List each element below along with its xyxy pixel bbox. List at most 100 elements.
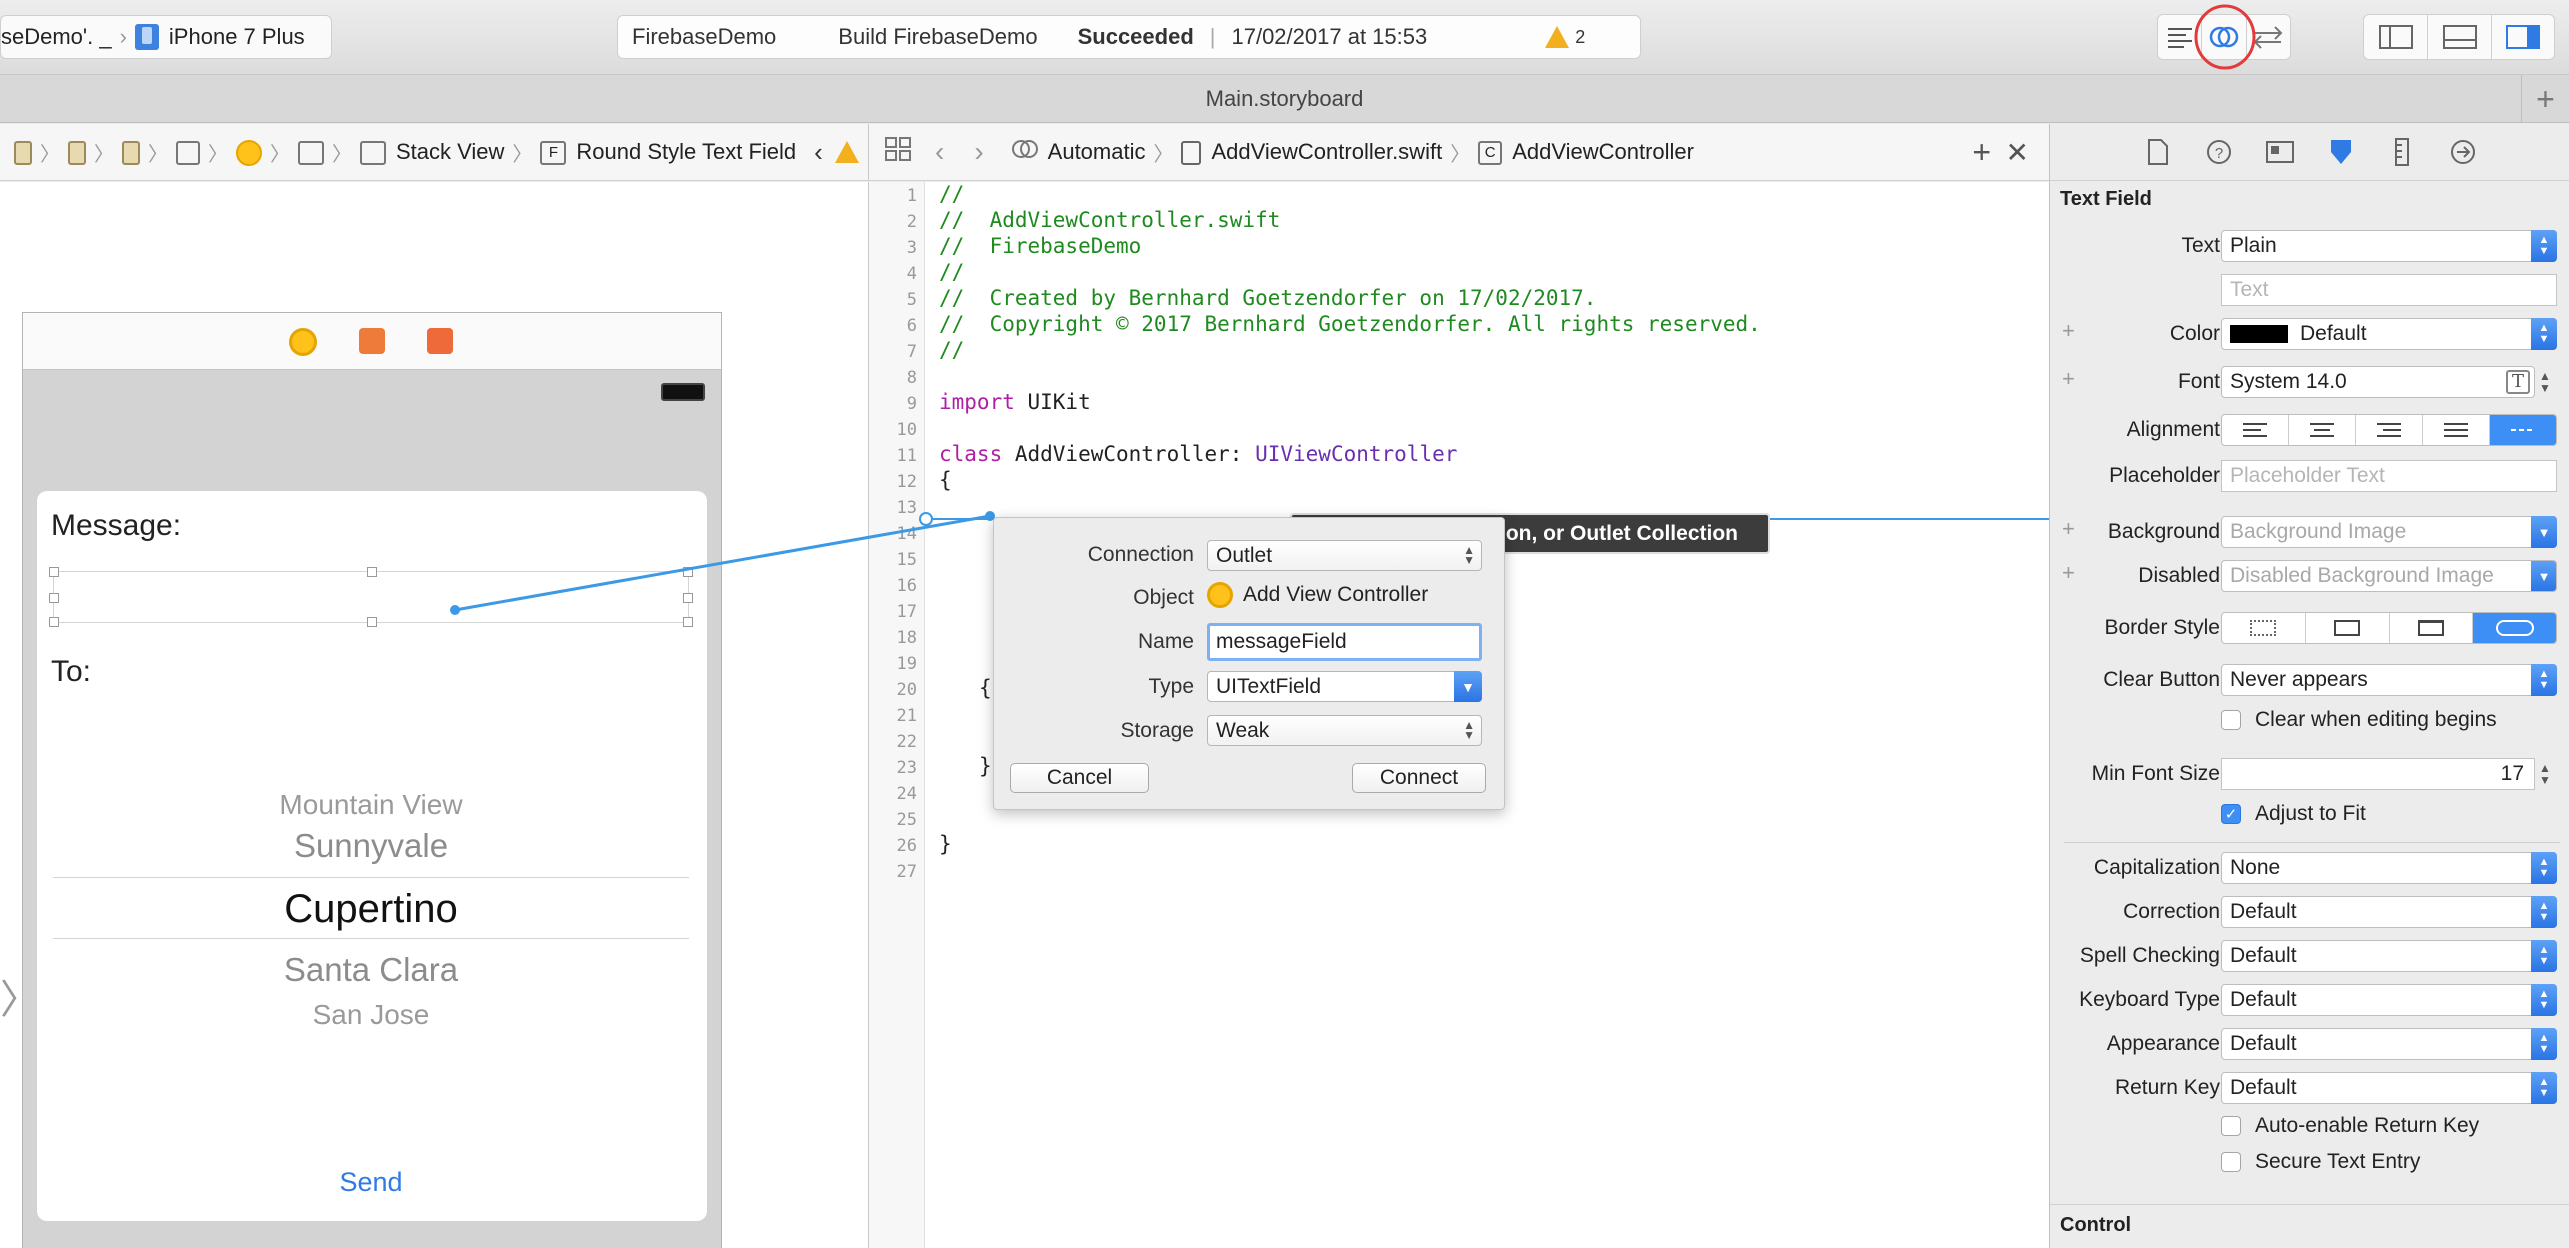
tooltip-text: on, or Outlet Collection: [1505, 521, 1738, 545]
background-image-placeholder: Background Image: [2230, 520, 2407, 543]
object-value: Add View Controller: [1243, 583, 1429, 606]
border-none-button[interactable]: [2222, 613, 2306, 643]
min-font-size-value: 17: [2500, 762, 2524, 785]
object-value-row: Add View Controller: [1207, 582, 1428, 608]
correction-label: Correction: [2123, 900, 2220, 923]
updown-icon: ▲ ▼: [2531, 852, 2557, 884]
spell-checking-value: Default: [2230, 944, 2297, 967]
name-input[interactable]: messageField: [1207, 623, 1482, 661]
adjust-to-fit-label: Adjust to Fit: [2255, 802, 2366, 825]
name-input-value: messageField: [1216, 630, 1347, 653]
correction-popup[interactable]: Default ▲ ▼: [2221, 896, 2557, 928]
updown-icon: ▲ ▼: [2531, 940, 2557, 972]
min-font-size-stepper[interactable]: ▲ ▼: [2539, 762, 2551, 786]
border-rounded-button[interactable]: [2473, 613, 2556, 643]
divider: [2050, 1204, 2569, 1205]
color-swatch: [2230, 325, 2288, 343]
spell-checking-label: Spell Checking: [2079, 944, 2220, 967]
chevron-down-icon: ▼: [2531, 516, 2557, 548]
updown-icon: ▲ ▼: [2531, 1028, 2557, 1060]
capitalization-popup[interactable]: None ▲ ▼: [2221, 852, 2557, 884]
align-natural-button[interactable]: [2490, 415, 2556, 445]
appearance-label: Appearance: [2106, 1032, 2220, 1055]
updown-icon: ▲ ▼: [2531, 318, 2557, 350]
view-controller-icon: [1207, 582, 1233, 608]
adjust-to-fit-checkbox[interactable]: ✓: [2221, 804, 2241, 824]
secure-text-entry-label: Secure Text Entry: [2255, 1150, 2421, 1173]
border-style-label: Border Style: [2104, 616, 2220, 639]
font-picker-icon[interactable]: T: [2506, 370, 2530, 394]
size-inspector-tab[interactable]: [2371, 138, 2432, 166]
clear-when-editing-label: Clear when editing begins: [2255, 708, 2497, 731]
alignment-label: Alignment: [2126, 418, 2220, 441]
font-value: System 14.0: [2230, 370, 2347, 393]
help-inspector-tab[interactable]: ?: [2188, 139, 2249, 165]
placeholder-label: Placeholder: [2109, 464, 2220, 487]
identity-inspector-tab[interactable]: [2249, 140, 2310, 164]
background-image-combo[interactable]: Background Image ▼: [2221, 516, 2557, 548]
file-inspector-tab[interactable]: [2127, 139, 2188, 165]
chevron-down-icon[interactable]: ▼: [1454, 671, 1482, 702]
align-justified-button[interactable]: [2423, 415, 2490, 445]
arrow-circle-icon: [2450, 140, 2475, 164]
disabled-image-combo[interactable]: Disabled Background Image ▼: [2221, 560, 2557, 592]
disabled-label: Disabled: [2138, 564, 2220, 587]
connect-button[interactable]: Connect: [1352, 763, 1486, 793]
type-combo[interactable]: UITextField ▼: [1207, 671, 1482, 702]
question-icon: ?: [2206, 140, 2231, 164]
secure-text-entry-checkbox[interactable]: [2221, 1152, 2241, 1172]
correction-value: Default: [2230, 900, 2297, 923]
attributes-inspector-tab[interactable]: [2310, 138, 2371, 166]
clear-when-editing-checkbox[interactable]: [2221, 710, 2241, 730]
placeholder-input[interactable]: Placeholder Text: [2221, 460, 2557, 492]
font-label: Font: [2177, 370, 2220, 393]
ruler-icon: [2394, 138, 2409, 166]
storage-popup[interactable]: Weak ▲ ▼: [1207, 715, 1482, 746]
connection-value: Outlet: [1216, 543, 1273, 567]
auto-enable-return-checkbox[interactable]: [2221, 1116, 2241, 1136]
cancel-button[interactable]: Cancel: [1010, 763, 1149, 793]
type-label: Type: [1148, 675, 1194, 698]
clear-button-label: Clear Button: [2103, 668, 2220, 691]
border-line-button[interactable]: [2306, 613, 2390, 643]
updown-icon: ▲ ▼: [1463, 543, 1475, 567]
keyboard-type-label: Keyboard Type: [2079, 988, 2220, 1011]
font-stepper[interactable]: ▲ ▼: [2539, 370, 2551, 394]
capitalization-value: None: [2230, 856, 2281, 879]
background-label: Background: [2107, 520, 2220, 543]
identity-card-icon: [2265, 141, 2294, 163]
keyboard-type-value: Default: [2230, 988, 2297, 1011]
connections-inspector-tab[interactable]: [2432, 139, 2493, 165]
alignment-segmented-control: [2221, 414, 2557, 446]
type-value: UITextField: [1216, 674, 1322, 698]
border-style-segmented-control: [2221, 612, 2557, 644]
color-popup[interactable]: Default ▲ ▼: [2221, 318, 2557, 350]
return-key-popup[interactable]: Default ▲ ▼: [2221, 1072, 2557, 1104]
divider: [2064, 842, 2560, 843]
attributes-inspector: ? Text Field Text Plain ▲ ▼ Text + Color …: [2049, 124, 2569, 1248]
appearance-value: Default: [2230, 1032, 2297, 1055]
text-input[interactable]: Text: [2221, 274, 2557, 306]
updown-icon: ▲ ▼: [2531, 664, 2557, 696]
text-type-popup[interactable]: Plain ▲ ▼: [2221, 230, 2557, 262]
text-label: Text: [2181, 234, 2220, 257]
align-left-button[interactable]: [2222, 415, 2289, 445]
font-field[interactable]: System 14.0 T: [2221, 366, 2535, 398]
disabled-image-placeholder: Disabled Background Image: [2230, 564, 2494, 587]
updown-icon: ▲ ▼: [2531, 1072, 2557, 1104]
attributes-icon: [2330, 140, 2351, 164]
align-center-button[interactable]: [2289, 415, 2356, 445]
min-font-size-input[interactable]: 17: [2221, 758, 2535, 790]
placeholder-input-placeholder: Placeholder Text: [2230, 464, 2385, 487]
connection-label: Connection: [1087, 543, 1194, 566]
align-right-button[interactable]: [2356, 415, 2423, 445]
text-input-placeholder: Text: [2230, 278, 2269, 301]
connection-popup[interactable]: Outlet ▲ ▼: [1207, 540, 1482, 571]
spell-checking-popup[interactable]: Default ▲ ▼: [2221, 940, 2557, 972]
border-bezel-button[interactable]: [2390, 613, 2474, 643]
clear-button-popup[interactable]: Never appears ▲ ▼: [2221, 664, 2557, 696]
appearance-popup[interactable]: Default ▲ ▼: [2221, 1028, 2557, 1060]
color-label: Color: [2169, 322, 2220, 345]
inspector-tabs: ?: [2050, 124, 2569, 181]
keyboard-type-popup[interactable]: Default ▲ ▼: [2221, 984, 2557, 1016]
